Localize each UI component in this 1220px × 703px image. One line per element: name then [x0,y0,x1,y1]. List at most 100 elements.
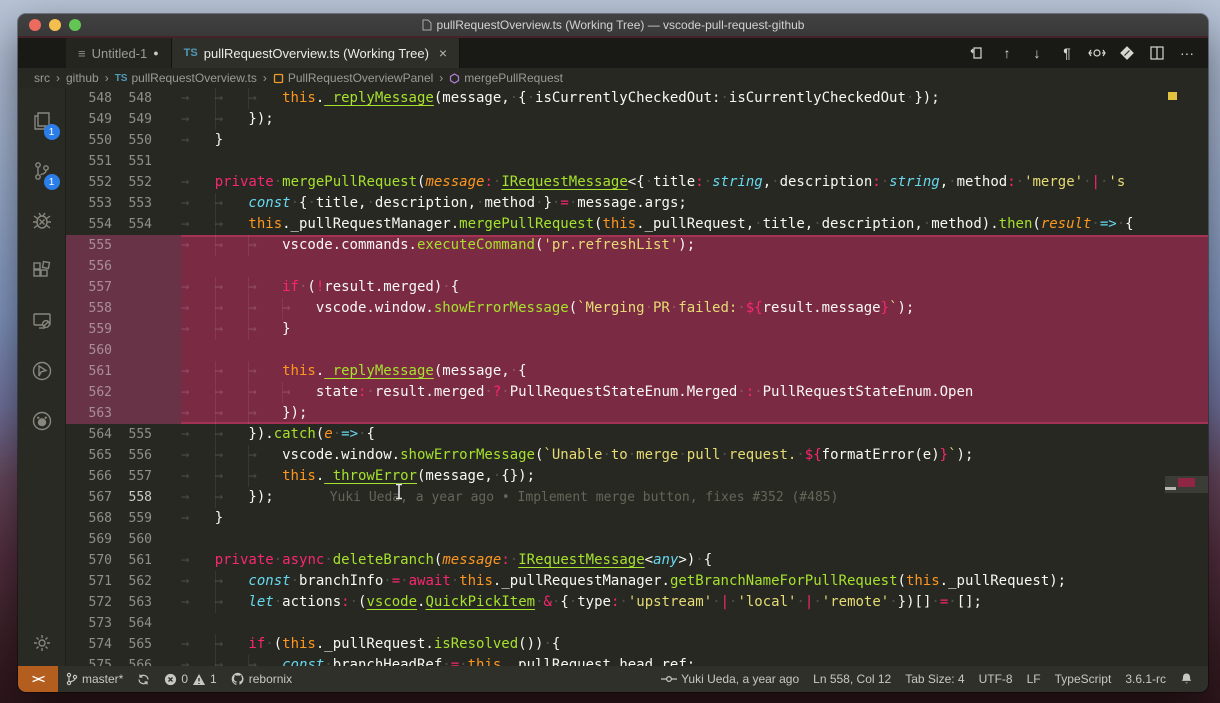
status-bar: >< master* 0 1 rebornix Yuki [18,666,1208,692]
code-line[interactable]: 550550→} [66,130,1208,151]
code-line[interactable]: 551551 [66,151,1208,172]
split-editor-icon[interactable] [1144,41,1170,65]
line-number-old: 564 [66,424,112,445]
code-line[interactable]: 571562→→const·branchInfo·=·await·this._p… [66,571,1208,592]
code-line[interactable]: 552552→private·mergePullRequest(message:… [66,172,1208,193]
editor-pane[interactable]: 548548→→→this._replyMessage(message,·{·i… [66,88,1208,666]
code-line[interactable]: 564555→→}).catch(e·=>·{ [66,424,1208,445]
open-changes-icon[interactable] [964,41,990,65]
line-number-old: 559 [66,319,112,340]
tab-whitespace-icon: → [181,445,215,466]
code-line[interactable]: 569560 [66,529,1208,550]
git-blame-annotation: Yuki Ueda, a year ago • Implement merge … [330,490,839,505]
code-line[interactable]: 559→→→} [66,319,1208,340]
code-text: →→const·{·title,·description,·method·}·=… [181,193,1208,214]
code-line[interactable]: 566557→→→this._throwError(message,·{}); [66,466,1208,487]
tab-whitespace-icon: → [181,193,215,214]
breadcrumb-item-pullrequestoverview-ts[interactable]: TSpullRequestOverview.ts [115,71,257,85]
manage-gear-icon[interactable] [18,620,66,666]
breadcrumb-item-pullrequestoverviewpanel[interactable]: PullRequestOverviewPanel [273,71,433,85]
tab-pull-request-overview[interactable]: TS pullRequestOverview.ts (Working Tree)… [172,38,460,68]
next-change-icon[interactable]: ↓ [1024,41,1050,65]
code-line[interactable]: 572563→→let·actions:·(vscode.QuickPickIt… [66,592,1208,613]
breadcrumb-item-src[interactable]: src [34,71,50,85]
encoding-status[interactable]: UTF-8 [972,672,1020,686]
debug-icon[interactable] [18,196,66,246]
zoom-window-button[interactable] [69,19,81,31]
toggle-inline-view-icon[interactable] [1084,41,1110,65]
code-line[interactable]: 562→→→→state:·result.merged·?·PullReques… [66,382,1208,403]
code-line[interactable]: 560 [66,340,1208,361]
annotations-icon[interactable] [1114,41,1140,65]
code-line[interactable]: 565556→→→vscode.window.showErrorMessage(… [66,445,1208,466]
commit-icon [661,674,677,684]
tab-whitespace-icon: → [282,382,316,403]
code-line[interactable]: 556 [66,256,1208,277]
extension-version-status[interactable]: 3.6.1-rc [1118,672,1173,686]
error-icon [164,673,177,686]
eol-status[interactable]: LF [1020,672,1048,686]
code-line[interactable]: 548548→→→this._replyMessage(message,·{·i… [66,88,1208,109]
line-number-old: 567 [66,487,112,508]
problems-status[interactable]: 0 1 [157,672,223,686]
tab-whitespace-icon: → [215,634,249,655]
previous-change-icon[interactable]: ↑ [994,41,1020,65]
tab-whitespace-icon: → [181,403,215,424]
code-line[interactable]: 567558→→});Yuki Ueda, a year ago • Imple… [66,487,1208,508]
warning-icon [192,673,206,686]
line-number-new: 557 [112,466,152,487]
notifications-bell-icon[interactable] [1173,672,1200,686]
source-control-icon[interactable]: 1 [18,146,66,196]
line-number-new: 556 [112,445,152,466]
remote-explorer-icon[interactable] [18,296,66,346]
close-window-button[interactable] [29,19,41,31]
code-line[interactable]: 553553→→const·{·title,·description,·meth… [66,193,1208,214]
extensions-icon[interactable] [18,246,66,296]
github-account-status[interactable]: rebornix [224,672,299,686]
code-line[interactable]: 575566→→→const·branchHeadRef·=·this._pul… [66,655,1208,666]
code-line[interactable]: 554554→→this._pullRequestManager.mergePu… [66,214,1208,235]
tab-whitespace-icon: → [215,361,249,382]
code-line[interactable]: 557→→→if·(!result.merged)·{ [66,277,1208,298]
code-line[interactable]: 570561→private·async·deleteBranch(messag… [66,550,1208,571]
line-number-new: 551 [112,151,152,172]
breadcrumb-item-mergepullrequest[interactable]: mergePullRequest [449,71,563,85]
github-pull-requests-icon[interactable] [18,396,66,446]
language-status[interactable]: TypeScript [1048,672,1119,686]
code-text: →private·async·deleteBranch(message:·IRe… [181,550,1208,571]
tab-whitespace-icon: → [181,88,215,109]
title-bar[interactable]: pullRequestOverview.ts (Working Tree) — … [18,14,1208,36]
branch-status[interactable]: master* [58,672,130,686]
code-line[interactable]: 573564 [66,613,1208,634]
code-line[interactable]: 561→→→this._replyMessage(message,·{ [66,361,1208,382]
more-actions-icon[interactable]: ··· [1174,41,1200,65]
tab-whitespace-icon: → [215,466,249,487]
code-line[interactable]: 574565→→if·(this._pullRequest.isResolved… [66,634,1208,655]
code-line[interactable]: 563→→→}); [66,403,1208,424]
blame-status[interactable]: Yuki Ueda, a year ago [654,672,806,686]
remote-indicator[interactable]: >< [18,666,58,692]
code-line[interactable]: 555→→→vscode.commands.executeCommand('pr… [66,235,1208,256]
breadcrumb-item-github[interactable]: github [66,71,99,85]
line-number-old: 556 [66,256,112,277]
tab-bar: ≡ Untitled-1 ● TS pullRequestOverview.ts… [18,38,1208,68]
tab-label: pullRequestOverview.ts (Working Tree) [204,46,429,61]
tab-untitled[interactable]: ≡ Untitled-1 ● [66,38,172,68]
sync-status[interactable] [130,673,157,686]
minimize-window-button[interactable] [49,19,61,31]
code-line[interactable]: 558→→→→vscode.window.showErrorMessage(`M… [66,298,1208,319]
code-lines: 548548→→→this._replyMessage(message,·{·i… [66,88,1208,666]
tab-whitespace-icon: → [181,319,215,340]
toggle-whitespace-icon[interactable]: ¶ [1054,41,1080,65]
overview-modified-marker [1168,92,1177,100]
code-text: →→const·branchInfo·=·await·this._pullReq… [181,571,1208,592]
close-tab-icon[interactable]: × [439,45,447,61]
cursor-position-status[interactable]: Ln 558, Col 12 [806,672,898,686]
explorer-icon[interactable]: 1 [18,96,66,146]
tab-whitespace-icon: → [248,382,282,403]
code-line[interactable]: 549549→→}); [66,109,1208,130]
live-share-icon[interactable] [18,346,66,396]
tab-size-status[interactable]: Tab Size: 4 [898,672,971,686]
code-line[interactable]: 568559→} [66,508,1208,529]
tab-whitespace-icon: → [248,403,282,424]
